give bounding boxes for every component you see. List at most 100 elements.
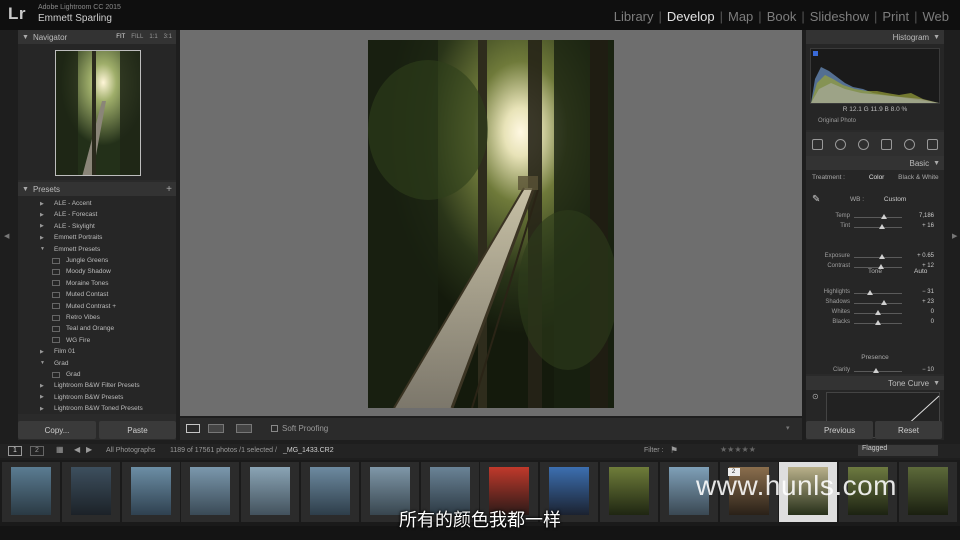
flag-filter-icon[interactable]: ⚑ bbox=[670, 445, 678, 456]
previous-button[interactable]: Previous bbox=[806, 421, 873, 439]
main-photo[interactable] bbox=[368, 40, 614, 408]
slider-handle-icon[interactable] bbox=[878, 224, 885, 229]
slider-track[interactable] bbox=[854, 303, 902, 304]
paste-button[interactable]: Paste bbox=[99, 421, 176, 439]
selected-filename[interactable]: _MG_1433.CR2 bbox=[283, 447, 334, 454]
tone-curve-header[interactable]: Tone Curve ▼ bbox=[806, 376, 944, 390]
navigator-header[interactable]: ▼ Navigator FIT FILL 1:1 3:1 bbox=[18, 30, 176, 44]
preset-item[interactable]: Muted Contrast + bbox=[18, 301, 176, 312]
red-eye-icon[interactable] bbox=[858, 138, 869, 150]
basic-header[interactable]: Basic ▼ bbox=[806, 156, 944, 170]
grid-view-icon[interactable]: ▦ bbox=[56, 445, 64, 454]
reset-button[interactable]: Reset bbox=[875, 421, 942, 439]
copy-button[interactable]: Copy... bbox=[18, 421, 96, 439]
preset-folder[interactable]: ▼ Emmett Presets bbox=[18, 244, 176, 255]
navigator-preview[interactable] bbox=[18, 44, 176, 180]
main-image-area[interactable] bbox=[180, 30, 802, 416]
module-print[interactable]: Print bbox=[877, 9, 914, 24]
target-adjust-icon[interactable]: ⊙ bbox=[812, 392, 819, 401]
zoom-option-3-1[interactable]: 3:1 bbox=[164, 34, 172, 40]
slider-tint[interactable]: Tint + 16 bbox=[806, 222, 944, 232]
back-arrow-icon[interactable]: ◀ bbox=[74, 445, 80, 454]
preset-item[interactable]: Muted Contast bbox=[18, 289, 176, 300]
preset-item[interactable]: Moody Shadow bbox=[18, 266, 176, 277]
slider-temp[interactable]: Temp 7,186 bbox=[806, 212, 944, 222]
slider-value[interactable]: 0 bbox=[931, 309, 934, 315]
zoom-option-fill[interactable]: FILL bbox=[131, 34, 143, 40]
preset-item[interactable]: Retro Vibes bbox=[18, 312, 176, 323]
radial-filter-icon[interactable] bbox=[904, 138, 915, 150]
forward-arrow-icon[interactable]: ▶ bbox=[86, 445, 92, 454]
slider-whites[interactable]: Whites 0 bbox=[806, 308, 944, 318]
preset-folder[interactable]: ▶ Lightroom B&W Toned Presets bbox=[18, 403, 176, 414]
preset-folder[interactable]: ▶ Lightroom B&W Presets bbox=[18, 392, 176, 403]
left-panel-toggle-icon[interactable]: ◀ bbox=[4, 232, 9, 240]
slider-value[interactable]: − 10 bbox=[922, 367, 934, 373]
source-label[interactable]: All Photographs bbox=[106, 447, 155, 454]
slider-exposure[interactable]: Exposure + 0.65 bbox=[806, 252, 944, 262]
slider-handle-icon[interactable] bbox=[875, 320, 881, 325]
toolbar-menu-icon[interactable]: ▾ bbox=[786, 424, 790, 432]
slider-handle-icon[interactable] bbox=[867, 290, 874, 295]
slider-blacks[interactable]: Blacks 0 bbox=[806, 318, 944, 328]
preset-item[interactable]: Teal and Orange bbox=[18, 323, 176, 334]
module-develop[interactable]: Develop bbox=[662, 9, 720, 24]
loupe-view-icon[interactable] bbox=[186, 424, 200, 433]
zoom-option-1-1[interactable]: 1:1 bbox=[149, 34, 157, 40]
preset-item[interactable]: WG Fire bbox=[18, 335, 176, 346]
module-web[interactable]: Web bbox=[918, 9, 955, 24]
slider-value[interactable]: + 0.65 bbox=[917, 253, 934, 259]
slider-highlights[interactable]: Highlights − 31 bbox=[806, 288, 944, 298]
page-1-button[interactable]: 1 bbox=[8, 446, 22, 456]
spot-removal-icon[interactable] bbox=[835, 138, 846, 150]
plus-icon[interactable]: + bbox=[166, 184, 172, 195]
before-after-split-icon[interactable] bbox=[236, 424, 252, 433]
slider-value[interactable]: + 16 bbox=[922, 223, 934, 229]
slider-track[interactable] bbox=[854, 217, 902, 218]
treatment-color-option[interactable]: Color bbox=[869, 174, 885, 181]
presets-header[interactable]: ▼ Presets + bbox=[18, 182, 176, 196]
preset-folder[interactable]: ▶ ALE - Forecast bbox=[18, 209, 176, 220]
navigator-thumbnail[interactable] bbox=[55, 50, 141, 176]
slider-handle-icon[interactable] bbox=[875, 310, 881, 315]
slider-contrast[interactable]: Contrast + 12 bbox=[806, 262, 944, 272]
page-2-button[interactable]: 2 bbox=[30, 446, 44, 456]
zoom-option-fit[interactable]: FIT bbox=[116, 34, 125, 40]
treatment-bw-option[interactable]: Black & White bbox=[898, 174, 938, 181]
preset-item[interactable]: Grad bbox=[18, 369, 176, 380]
preset-folder[interactable]: ▼ Grad bbox=[18, 358, 176, 369]
wb-select[interactable]: Custom bbox=[884, 196, 906, 203]
slider-value[interactable]: + 23 bbox=[922, 299, 934, 305]
preset-folder[interactable]: ▶ Emmett Portraits bbox=[18, 232, 176, 243]
slider-handle-icon[interactable] bbox=[880, 214, 887, 219]
slider-value[interactable]: 7,186 bbox=[919, 213, 934, 219]
preset-folder[interactable]: ▶ ALE - Accent bbox=[18, 198, 176, 209]
module-map[interactable]: Map bbox=[723, 9, 758, 24]
slider-value[interactable]: 0 bbox=[931, 319, 934, 325]
module-book[interactable]: Book bbox=[762, 9, 802, 24]
slider-shadows[interactable]: Shadows + 23 bbox=[806, 298, 944, 308]
right-panel-toggle-icon[interactable]: ▶ bbox=[952, 232, 957, 240]
star-filter-icon[interactable]: ★★★★★ bbox=[720, 445, 756, 454]
slider-handle-icon[interactable] bbox=[878, 254, 885, 259]
adjustment-brush-icon[interactable] bbox=[927, 138, 938, 150]
crop-icon[interactable] bbox=[812, 138, 823, 150]
histogram-header[interactable]: Histogram ▼ bbox=[806, 30, 944, 44]
module-library[interactable]: Library bbox=[609, 9, 659, 24]
slider-track[interactable] bbox=[854, 293, 902, 294]
before-after-icon[interactable] bbox=[208, 424, 224, 433]
preset-folder[interactable]: ▶ Film 01 bbox=[18, 346, 176, 357]
module-slideshow[interactable]: Slideshow bbox=[805, 9, 874, 24]
preset-folder[interactable]: ▶ Lightroom B&W Filter Presets bbox=[18, 380, 176, 391]
slider-handle-icon[interactable] bbox=[877, 264, 884, 269]
preset-folder[interactable]: ▶ ALE - Skylight bbox=[18, 221, 176, 232]
preset-item[interactable]: Moraine Tones bbox=[18, 278, 176, 289]
slider-value[interactable]: + 12 bbox=[922, 263, 934, 269]
slider-clarity[interactable]: Clarity − 10 bbox=[806, 366, 944, 376]
preset-item[interactable]: Jungle Greens bbox=[18, 255, 176, 266]
slider-handle-icon[interactable] bbox=[872, 368, 879, 373]
slider-handle-icon[interactable] bbox=[880, 300, 887, 305]
filter-select[interactable]: Flagged bbox=[858, 445, 938, 456]
slider-value[interactable]: − 31 bbox=[922, 289, 934, 295]
graduated-filter-icon[interactable] bbox=[881, 138, 892, 150]
